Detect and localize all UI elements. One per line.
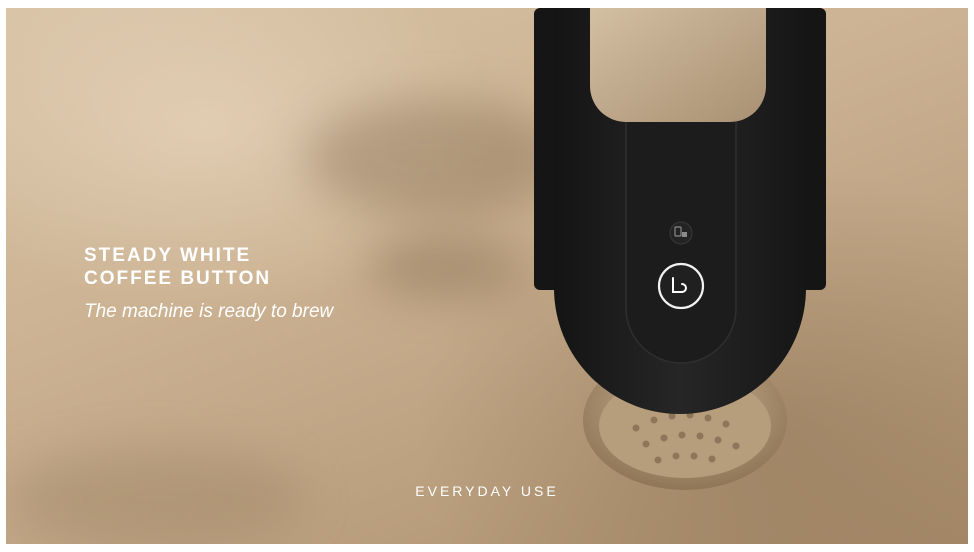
coffee-button[interactable] [657, 262, 705, 310]
capsule-lever [590, 8, 766, 122]
subheadline: The machine is ready to brew [84, 301, 334, 322]
section-label: EVERYDAY USE [415, 483, 559, 499]
headline-line-1: STEADY WHITE [84, 245, 252, 266]
video-frame: STEADY WHITE COFFEE BUTTON The machine i… [6, 8, 968, 544]
headline: STEADY WHITE COFFEE BUTTON [84, 244, 271, 290]
milk-frother-icon [669, 221, 693, 245]
headline-line-2: COFFEE BUTTON [84, 268, 272, 289]
